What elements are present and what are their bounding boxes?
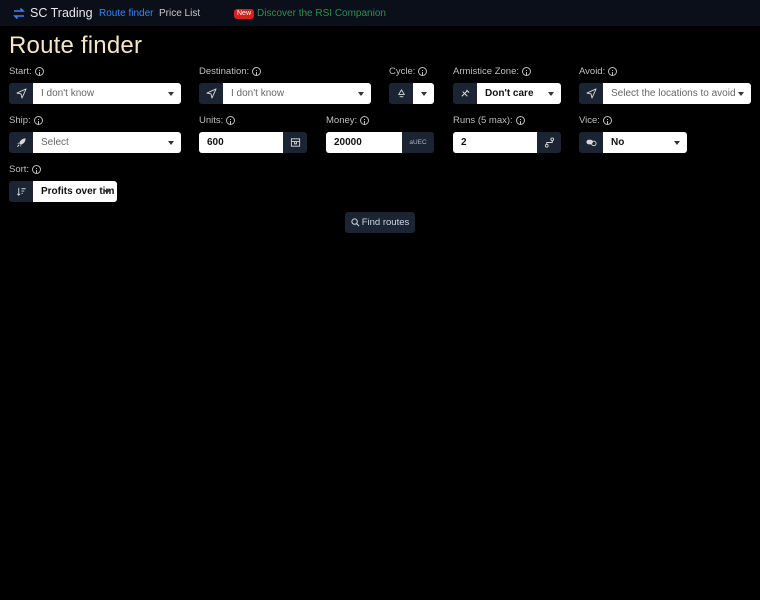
info-icon[interactable]: [515, 116, 525, 125]
units-input[interactable]: 600: [199, 132, 283, 153]
sort-label: Sort:: [9, 164, 42, 175]
find-routes-button[interactable]: Find routes: [345, 212, 415, 233]
destination-select[interactable]: I don't know: [223, 83, 371, 104]
armistice-select[interactable]: Don't care: [477, 83, 561, 104]
avoid-label: Avoid:: [579, 66, 618, 77]
destination-label: Destination:: [199, 66, 262, 77]
armistice-label: Armistice Zone:: [453, 66, 531, 77]
route-icon: [537, 132, 561, 153]
promo-text: Discover the RSI Companion: [257, 8, 386, 19]
info-icon[interactable]: [608, 67, 618, 76]
money-input[interactable]: 20000: [326, 132, 402, 153]
chevron-down-icon: [674, 141, 680, 145]
cargo-box-icon: [283, 132, 307, 153]
cycle-select[interactable]: [413, 83, 434, 104]
info-icon[interactable]: [32, 165, 42, 174]
chevron-down-icon: [548, 92, 554, 96]
navigation-arrow-icon: [9, 83, 33, 104]
recycle-icon: [389, 83, 413, 104]
vice-select[interactable]: No: [603, 132, 687, 153]
brand[interactable]: SC Trading: [12, 5, 93, 21]
start-select[interactable]: I don't know: [33, 83, 181, 104]
search-icon: [351, 218, 360, 227]
sort-select[interactable]: Profits over tim: [33, 181, 117, 202]
units-label: Units:: [199, 115, 236, 126]
info-icon[interactable]: [33, 116, 43, 125]
nav-price-list[interactable]: Price List: [159, 8, 200, 19]
runs-input[interactable]: 2: [453, 132, 537, 153]
brand-name: SC Trading: [30, 6, 93, 20]
chevron-down-icon: [168, 92, 174, 96]
info-icon[interactable]: [602, 116, 612, 125]
chevron-down-icon: [104, 190, 110, 194]
info-icon[interactable]: [418, 67, 428, 76]
info-icon[interactable]: [360, 116, 370, 125]
no-weapon-icon: [453, 83, 477, 104]
vice-label: Vice:: [579, 115, 612, 126]
navigation-arrow-icon: [199, 83, 223, 104]
page-title: Route finder: [9, 32, 143, 59]
chevron-down-icon: [738, 92, 744, 96]
info-icon[interactable]: [252, 67, 262, 76]
runs-label: Runs (5 max):: [453, 115, 525, 126]
ship-label: Ship:: [9, 115, 43, 126]
ship-select[interactable]: Select: [33, 132, 181, 153]
money-label: Money:: [326, 115, 370, 126]
promo-link[interactable]: New Discover the RSI Companion: [234, 8, 386, 19]
info-icon[interactable]: [522, 67, 531, 76]
navbar: SC Trading Route finder Price List New D…: [0, 0, 760, 26]
cycle-label: Cycle:: [389, 66, 428, 77]
rocket-icon: [9, 132, 33, 153]
info-icon[interactable]: [226, 116, 236, 125]
navigation-arrow-icon: [579, 83, 603, 104]
chevron-down-icon: [421, 92, 427, 96]
exchange-arrows-icon: [12, 5, 26, 21]
chevron-down-icon: [168, 141, 174, 145]
currency-addon: aUEC: [402, 132, 434, 153]
start-label: Start:: [9, 66, 44, 77]
sort-icon: [9, 181, 33, 202]
chevron-down-icon: [358, 92, 364, 96]
new-badge: New: [234, 8, 255, 19]
avoid-select[interactable]: Select the locations to avoid: [603, 83, 751, 104]
pills-icon: [579, 132, 603, 153]
currency-suffix: aUEC: [409, 139, 427, 146]
nav-route-finder[interactable]: Route finder: [99, 8, 153, 19]
info-icon[interactable]: [34, 67, 44, 76]
